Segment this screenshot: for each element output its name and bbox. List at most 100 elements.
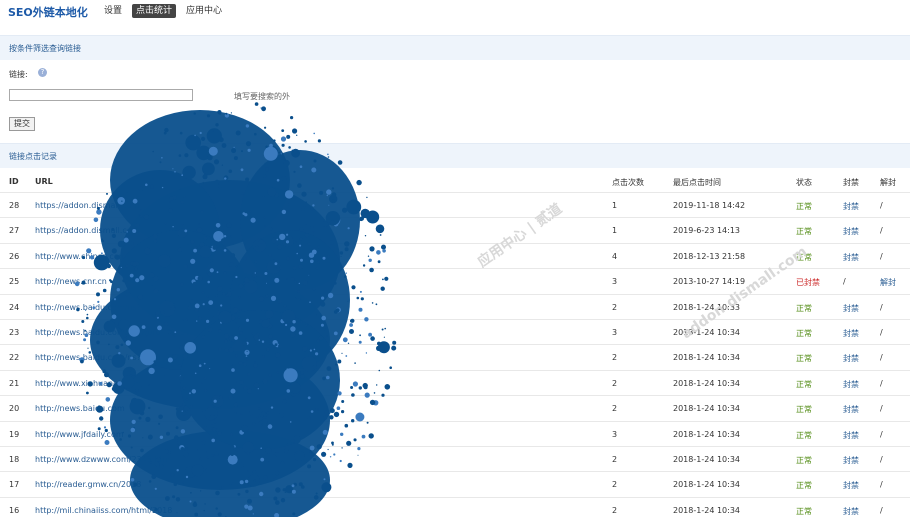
splatter-drop <box>206 114 211 118</box>
splatter-drop <box>261 106 266 112</box>
splatter-drop <box>215 123 219 127</box>
row-url-link[interactable]: http://www.chinaz.com <box>35 252 126 261</box>
splatter-drop <box>199 185 202 187</box>
row-url-link[interactable]: https://addon.dismall.com <box>35 201 139 210</box>
row-status: 正常 <box>796 329 812 338</box>
row-unban-action: / <box>880 328 883 337</box>
row-id: 19 <box>9 429 20 439</box>
splatter-drop <box>202 174 208 180</box>
row-unban-action: / <box>880 378 883 388</box>
row-id: 26 <box>9 251 20 261</box>
splatter-drop <box>273 139 276 142</box>
row-ban-action[interactable]: 封禁 <box>843 379 859 390</box>
splatter-drop <box>217 184 222 189</box>
row-url-link[interactable]: http://reader.gmw.cn/2018 <box>35 480 141 489</box>
splatter-drop <box>286 134 291 139</box>
row-last-click: 2018-1-24 10:34 <box>673 429 740 439</box>
splatter-drop <box>331 187 335 190</box>
row-status: 正常 <box>796 456 812 465</box>
col-header-last-click: 最后点击时间 <box>673 178 721 187</box>
row-url-link[interactable]: http://www.xinhuanet.com <box>35 379 141 388</box>
row-url-link[interactable]: https://addon.dismall.com <box>35 226 139 235</box>
link-input-hint: 填写要搜索的外 <box>234 92 290 101</box>
row-ban-action[interactable]: 封禁 <box>843 353 859 364</box>
row-ban-action[interactable]: 封禁 <box>843 328 859 339</box>
row-url-link[interactable]: http://news.baidu.com/ns?word=%D0%C2%BF%… <box>35 353 259 362</box>
table-row: 27 https://addon.dismall.com 1 2019-6-23 14… <box>0 217 910 243</box>
row-url-link[interactable]: http://news.cnr.cn <box>35 277 107 286</box>
row-clicks: 1 <box>612 201 618 210</box>
row-ban-action[interactable]: 封禁 <box>843 226 859 237</box>
row-last-click: 2018-1-24 10:34 <box>673 404 740 414</box>
row-clicks: 2 <box>612 302 618 312</box>
splatter-drop <box>223 175 229 181</box>
row-clicks: 3 <box>612 429 618 439</box>
row-ban-action[interactable]: 封禁 <box>843 201 859 212</box>
splatter-drop <box>224 177 227 180</box>
row-clicks: 2 <box>612 353 618 363</box>
splatter-drop <box>203 171 206 174</box>
row-ban-action[interactable]: 封禁 <box>843 506 859 517</box>
row-id: 20 <box>9 404 20 414</box>
splatter-drop <box>292 128 298 134</box>
splatter-drop <box>172 168 174 170</box>
row-ban-action[interactable]: 封禁 <box>843 455 859 466</box>
row-id: 22 <box>9 353 20 363</box>
splatter-drop <box>218 137 224 143</box>
row-unban-action: / <box>880 429 883 439</box>
app-header: SEO外链本地化 设置 点击统计 应用中心 <box>0 0 910 24</box>
splatter-drop <box>262 174 267 179</box>
nav-app-center[interactable]: 应用中心 <box>182 4 226 18</box>
row-url-link[interactable]: http://news.baidu.com/ns?word=%E3%BB%C6%… <box>35 328 241 337</box>
nav-click-stats[interactable]: 点击统计 <box>132 4 177 18</box>
row-ban-action[interactable]: 封禁 <box>843 480 859 491</box>
splatter-drop <box>214 179 220 185</box>
row-id: 17 <box>9 480 20 490</box>
splatter-drop <box>206 128 222 144</box>
splatter-drop <box>217 110 222 115</box>
splatter-drop <box>235 130 241 136</box>
table-row: 17 http://reader.gmw.cn/2018 2 2018-1-24 10… <box>0 471 910 497</box>
row-url-link[interactable]: http://www.jfdaily.com <box>35 430 124 439</box>
row-unban-action[interactable]: 解封 <box>880 277 896 288</box>
splatter-drop <box>193 112 196 115</box>
splatter-drop <box>260 107 262 109</box>
row-status: 正常 <box>796 303 812 313</box>
row-ban-action[interactable]: 封禁 <box>843 430 859 441</box>
splatter-drop <box>240 168 244 172</box>
splatter-drop <box>150 184 154 189</box>
row-id: 23 <box>9 328 20 337</box>
help-icon[interactable]: ? <box>38 68 47 77</box>
link-search-input[interactable] <box>9 89 193 101</box>
row-ban-action[interactable]: 封禁 <box>843 404 859 415</box>
col-header-url: URL <box>35 177 53 186</box>
splatter-drop <box>280 136 287 142</box>
row-url-link[interactable]: http://news.baidu.com <box>35 404 125 413</box>
splatter-drop <box>356 179 362 186</box>
table-row: 19 http://www.jfdaily.com 3 2018-1-24 10:34… <box>0 420 910 447</box>
row-unban-action: / <box>880 353 883 363</box>
row-ban-action[interactable]: 封禁 <box>843 303 859 314</box>
row-url-link[interactable]: http://www.dzwww.com/2345.htm <box>35 455 170 464</box>
splatter-drop <box>224 113 230 118</box>
app-logo[interactable]: SEO外链本地化 <box>8 4 88 20</box>
row-id: 16 <box>9 505 20 515</box>
row-clicks: 2 <box>612 505 618 515</box>
splatter-drop <box>264 126 267 129</box>
row-id: 21 <box>9 378 20 388</box>
row-unban-action: / <box>880 455 883 464</box>
row-url-link[interactable]: http://mil.chinaiiss.com/html/2018 <box>35 506 172 515</box>
row-ban-action[interactable]: 封禁 <box>843 252 859 263</box>
splatter-drop <box>203 173 208 178</box>
row-last-click: 2013-10-27 14:19 <box>673 277 746 287</box>
row-clicks: 2 <box>612 378 618 388</box>
splatter-drop <box>281 129 285 133</box>
splatter-drop <box>163 131 167 135</box>
nav-settings[interactable]: 设置 <box>100 4 126 18</box>
submit-button[interactable]: 提交 <box>9 117 35 131</box>
splatter-drop <box>145 183 148 187</box>
row-url-link[interactable]: http://news.baidu.com/ns?word=%C4%B4%A8%… <box>35 303 240 312</box>
row-last-click: 2018-1-24 10:34 <box>673 480 740 490</box>
link-label: 链接: <box>9 70 28 79</box>
row-unban-action: / <box>880 226 883 236</box>
